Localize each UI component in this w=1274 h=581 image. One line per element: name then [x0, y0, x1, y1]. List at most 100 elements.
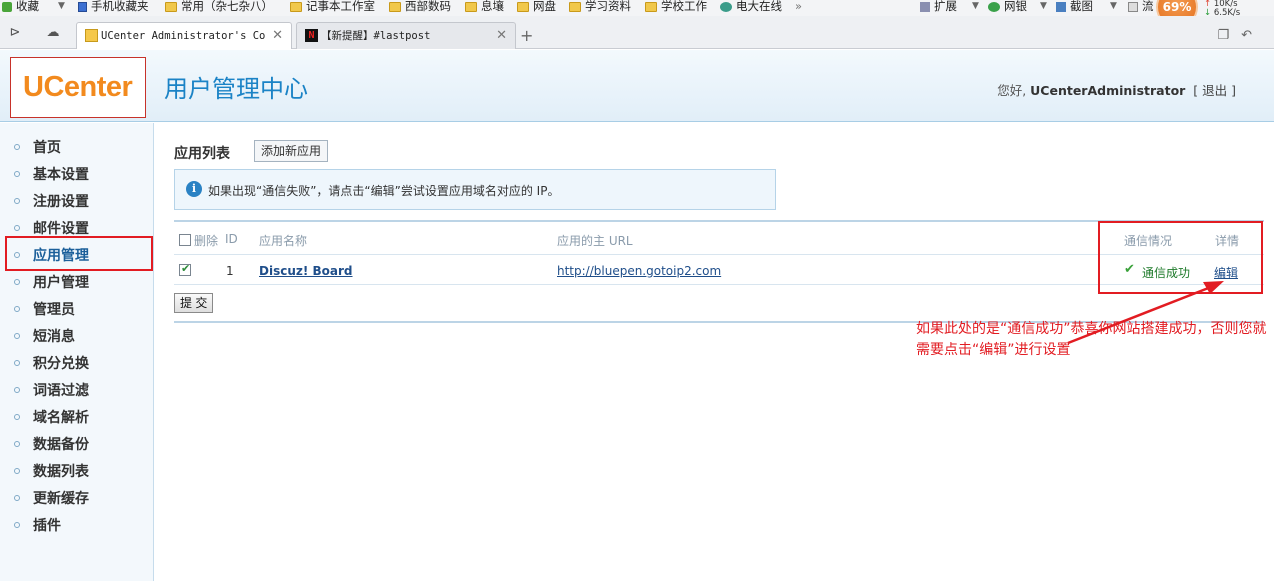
- logout-link[interactable]: [ 退出 ]: [1193, 83, 1236, 98]
- active-item-highlight-box: [5, 236, 153, 271]
- bullet-icon: [14, 144, 20, 150]
- close-icon[interactable]: ✕: [272, 23, 283, 49]
- restore-icon[interactable]: ❐: [1217, 28, 1241, 43]
- ucenter-favicon: [85, 29, 98, 42]
- globe-icon: [720, 1, 732, 12]
- more-bookmarks-icon[interactable]: »: [795, 0, 802, 14]
- netbank-button[interactable]: 网银: [988, 0, 1027, 14]
- submit-button[interactable]: 提 交: [174, 293, 214, 313]
- col-header-delete: 删除: [194, 234, 219, 248]
- app-name-link[interactable]: Discuz! Board: [259, 264, 353, 278]
- cloud-icon[interactable]: ☁: [44, 24, 62, 42]
- close-icon[interactable]: ✕: [496, 23, 507, 49]
- bookmark-dianda[interactable]: 电大在线: [720, 0, 782, 14]
- app-url-link[interactable]: http://bluepen.gotoip2.com: [557, 264, 721, 278]
- folder-icon: [569, 1, 581, 12]
- sidebar-item-home[interactable]: 首页: [14, 138, 61, 158]
- bullet-icon: [14, 360, 20, 366]
- bullet-icon: [14, 495, 20, 501]
- undo-icon[interactable]: ↶: [1241, 28, 1264, 43]
- bookmark-folder-school[interactable]: 学校工作: [645, 0, 707, 14]
- sidebar-toggle-icon[interactable]: ⊳: [6, 24, 24, 42]
- add-app-button[interactable]: 添加新应用: [254, 140, 329, 162]
- sidebar-item-backup[interactable]: 数据备份: [14, 435, 89, 455]
- chevron-down-icon[interactable]: ▼: [58, 1, 65, 11]
- add-favorite-icon: [2, 1, 12, 12]
- folder-icon: [165, 1, 177, 12]
- sidebar-item-register-settings[interactable]: 注册设置: [14, 192, 89, 212]
- tab-ucenter[interactable]: UCenter Administrator's Co ✕: [76, 22, 292, 49]
- traffic-icon: [1128, 1, 1138, 12]
- sidebar-item-messages[interactable]: 短消息: [14, 327, 75, 347]
- bookmarks-bar: 收藏 ▼ 手机收藏夹 常用（杂七杂八） 记事本工作室 西部数码 息壤 网盘 学习…: [0, 0, 1274, 16]
- bullet-icon: [14, 171, 20, 177]
- bookmark-folder-netdisk[interactable]: 网盘: [517, 0, 556, 14]
- sidebar: 首页 基本设置 注册设置 邮件设置 应用管理 用户管理 管理员 短消息 积分兑换…: [0, 123, 154, 581]
- sidebar-item-user-management[interactable]: 用户管理: [14, 273, 89, 293]
- select-all-checkbox[interactable]: [179, 234, 191, 246]
- bullet-icon: [14, 522, 20, 528]
- bullet-icon: [14, 468, 20, 474]
- bullet-icon: [14, 387, 20, 393]
- logo-highlight-box: UCenter: [10, 57, 146, 118]
- sidebar-item-word-filter[interactable]: 词语过滤: [14, 381, 89, 401]
- bullet-icon: [14, 414, 20, 420]
- bookmark-favorites[interactable]: 收藏: [2, 0, 39, 14]
- row-id: 1: [226, 264, 234, 278]
- page-title: 用户管理中心: [164, 75, 308, 103]
- ucenter-logo[interactable]: UCenter: [23, 71, 133, 104]
- bookmark-folder-notepad[interactable]: 记事本工作室: [290, 0, 375, 14]
- sidebar-item-plugins[interactable]: 插件: [14, 516, 61, 536]
- notice-text: 如果出现“通信失败”，请点击“编辑”尝试设置应用域名对应的 IP。: [208, 184, 560, 198]
- folder-icon: [517, 1, 529, 12]
- chevron-down-icon[interactable]: ▼: [1110, 1, 1117, 11]
- bookmark-folder-study[interactable]: 学习资料: [569, 0, 631, 14]
- bookmark-folder-west[interactable]: 西部数码: [389, 0, 451, 14]
- folder-icon: [290, 1, 302, 12]
- page-header: UCenter 用户管理中心 您好, UCenterAdministrator …: [0, 50, 1274, 122]
- tab-bar: ⊳ ☁ UCenter Administrator's Co ✕ N 【新提醒】…: [0, 16, 1274, 49]
- extensions-button[interactable]: 扩展: [920, 0, 957, 14]
- sidebar-item-data-list[interactable]: 数据列表: [14, 462, 89, 482]
- info-notice: i 如果出现“通信失败”，请点击“编辑”尝试设置应用域名对应的 IP。: [174, 169, 776, 210]
- traffic-button[interactable]: 流: [1128, 0, 1154, 14]
- user-bar: 您好, UCenterAdministrator [ 退出 ]: [997, 83, 1236, 98]
- bank-icon: [988, 1, 1000, 12]
- window-controls: ❐↶: [1217, 28, 1264, 43]
- new-tab-button[interactable]: +: [520, 26, 533, 45]
- sidebar-item-admins[interactable]: 管理员: [14, 300, 75, 320]
- sidebar-item-update-cache[interactable]: 更新缓存: [14, 489, 89, 509]
- bullet-icon: [14, 306, 20, 312]
- puzzle-icon: [920, 1, 930, 12]
- bullet-icon: [14, 279, 20, 285]
- col-header-name: 应用名称: [259, 234, 308, 248]
- folder-icon: [465, 1, 477, 12]
- site-favicon: N: [305, 29, 318, 42]
- bookmark-folder-xirang[interactable]: 息壤: [465, 0, 504, 14]
- screenshot-button[interactable]: 截图: [1056, 0, 1093, 14]
- phone-icon: [78, 1, 87, 12]
- username: UCenterAdministrator: [1030, 83, 1186, 98]
- bookmark-mobile-favorites[interactable]: 手机收藏夹: [78, 0, 149, 14]
- scissors-icon: [1056, 1, 1066, 12]
- chevron-down-icon[interactable]: ▼: [972, 1, 979, 11]
- sidebar-item-dns[interactable]: 域名解析: [14, 408, 89, 428]
- row-checkbox[interactable]: [179, 262, 191, 276]
- bookmark-folder-common[interactable]: 常用（杂七杂八）: [165, 0, 273, 14]
- bullet-icon: [14, 441, 20, 447]
- sidebar-item-basic-settings[interactable]: 基本设置: [14, 165, 89, 185]
- section-title: 应用列表: [174, 146, 230, 162]
- folder-icon: [645, 1, 657, 12]
- col-header-id: ID: [225, 232, 238, 246]
- annotation-text: 如果此处的是“通信成功”恭喜你网站搭建成功，否则您就需要点击“编辑”进行设置: [916, 321, 1267, 358]
- col-header-url: 应用的主 URL: [557, 234, 633, 248]
- bullet-icon: [14, 225, 20, 231]
- tab-new-reminder[interactable]: N 【新提醒】#lastpost ✕: [296, 22, 516, 49]
- status-highlight-box: [1098, 221, 1263, 294]
- sidebar-item-credit-exchange[interactable]: 积分兑换: [14, 354, 89, 374]
- chevron-down-icon[interactable]: ▼: [1040, 1, 1047, 11]
- info-icon: i: [186, 181, 202, 197]
- folder-icon: [389, 1, 401, 12]
- bullet-icon: [14, 333, 20, 339]
- bullet-icon: [14, 198, 20, 204]
